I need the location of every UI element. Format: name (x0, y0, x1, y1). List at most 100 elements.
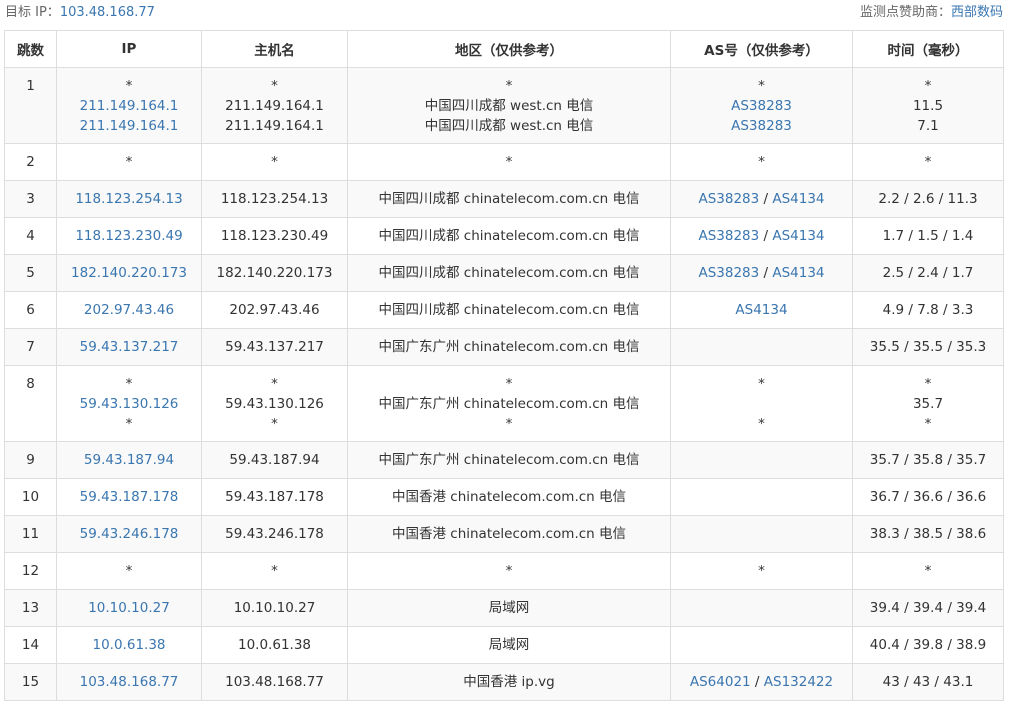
hostname-cell: * (201, 143, 348, 181)
as-link[interactable]: AS38283 (698, 265, 759, 281)
column-header-as: AS号（仅供参考） (670, 30, 853, 68)
target-ip-link[interactable]: 103.48.168.77 (60, 5, 155, 20)
hostname-text: 10.10.10.27 (233, 600, 316, 616)
ip-timeout: * (125, 416, 133, 432)
as-link[interactable]: AS132422 (764, 674, 833, 690)
ip-link[interactable]: 118.123.230.49 (57, 226, 201, 246)
as-line: AS38283 (671, 116, 852, 136)
table-row: 11 59.43.246.178 59.43.246.178 中国香港 chinate… (4, 515, 1004, 553)
region-text: * (505, 376, 513, 392)
as-link[interactable]: AS64021 (690, 674, 751, 690)
table-row: 8 * 59.43.130.126 * * 59.43.130.126 * * 中国广东广州 c… (4, 365, 1004, 442)
ip-link[interactable]: 182.140.220.173 (57, 263, 201, 283)
as-line (671, 394, 852, 414)
ip-link[interactable]: 59.43.187.94 (57, 450, 201, 470)
hop-cell: 13 (4, 589, 57, 627)
ip-link[interactable]: 59.43.130.126 (57, 394, 201, 414)
ip-link[interactable]: 211.149.164.1 (57, 116, 201, 136)
hostname-text: 211.149.164.1 (225, 118, 324, 134)
ip-timeout: * (125, 78, 133, 94)
hop-cell: 6 (4, 291, 57, 329)
time-text: 43 / 43 / 43.1 (882, 674, 974, 690)
region-text: 中国香港 chinatelecom.com.cn 电信 (391, 526, 627, 542)
hostname-cell: * 59.43.130.126 * (201, 365, 348, 442)
hop-cell: 15 (4, 663, 57, 701)
hostname-text: 211.149.164.1 (225, 98, 324, 114)
sponsor-link[interactable]: 西部数码 (951, 5, 1003, 20)
top-info-bar: 目标 IP：103.48.168.77 监测点赞助商：西部数码 (0, 0, 1009, 28)
table-body: 1 * 211.149.164.1 211.149.164.1 * 211.149.164… (4, 67, 1004, 701)
time-text: * (924, 154, 932, 170)
ip-link[interactable]: 10.0.61.38 (57, 635, 201, 655)
as-cell: * (670, 552, 853, 590)
as-link[interactable]: AS38283 (731, 118, 792, 134)
target-ip-label: 目标 IP： (5, 5, 60, 20)
as-line: * (671, 561, 852, 581)
ip-cell: * 211.149.164.1 211.149.164.1 (56, 67, 202, 144)
hop-number: 3 (26, 191, 35, 207)
column-header-hostname: 主机名 (201, 30, 348, 68)
hostname-text: 182.140.220.173 (216, 265, 333, 281)
ip-link[interactable]: 211.149.164.1 (57, 96, 201, 116)
ip-link[interactable]: 59.43.187.178 (57, 487, 201, 507)
region-text: 中国广东广州 chinatelecom.com.cn 电信 (378, 396, 640, 412)
hostname-cell: 202.97.43.46 (201, 291, 348, 329)
hop-number: 13 (21, 600, 40, 616)
time-text: 2.5 / 2.4 / 1.7 (882, 265, 974, 281)
as-link[interactable]: AS38283 (698, 228, 759, 244)
ip-timeout: * (125, 563, 133, 579)
hostname-text: 59.43.187.178 (225, 489, 324, 505)
time-cell: * (852, 552, 1004, 590)
as-link[interactable]: AS4134 (772, 265, 824, 281)
hop-cell: 7 (4, 328, 57, 366)
as-link[interactable]: AS38283 (731, 98, 792, 114)
region-cell: 中国广东广州 chinatelecom.com.cn 电信 (347, 441, 671, 479)
ip-link[interactable]: 10.10.10.27 (57, 598, 201, 618)
as-line (671, 524, 852, 544)
ip-link[interactable]: 118.123.254.13 (57, 189, 201, 209)
region-text: 中国四川成都 chinatelecom.com.cn 电信 (378, 191, 640, 207)
region-text: 中国广东广州 chinatelecom.com.cn 电信 (378, 339, 640, 355)
as-line: * (671, 76, 852, 96)
as-link[interactable]: AS4134 (735, 302, 787, 318)
hostname-cell: 118.123.230.49 (201, 217, 348, 255)
as-cell (670, 626, 853, 664)
ip-cell: 10.10.10.27 (56, 589, 202, 627)
ip-timeout: * (125, 376, 133, 392)
as-line: AS38283 (671, 96, 852, 116)
hostname-cell: 59.43.137.217 (201, 328, 348, 366)
time-cell: 36.7 / 36.6 / 36.6 (852, 478, 1004, 516)
ip-link[interactable]: 59.43.246.178 (57, 524, 201, 544)
hop-cell: 2 (4, 143, 57, 181)
time-text: 7.1 (917, 118, 939, 134)
as-link[interactable]: AS4134 (772, 191, 824, 207)
hostname-text: 10.0.61.38 (238, 637, 311, 653)
as-link[interactable]: AS4134 (772, 228, 824, 244)
hostname-text: 103.48.168.77 (225, 674, 324, 690)
time-text: 2.2 / 2.6 / 11.3 (878, 191, 978, 207)
table-row: 4 118.123.230.49 118.123.230.49 中国四川成都 chin… (4, 217, 1004, 255)
hop-number: 6 (26, 302, 35, 318)
table-row: 2 * * * * * (4, 143, 1004, 181)
ip-link[interactable]: 103.48.168.77 (57, 672, 201, 692)
region-cell: 中国四川成都 chinatelecom.com.cn 电信 (347, 291, 671, 329)
hostname-text: * (271, 416, 278, 432)
table-row: 5 182.140.220.173 182.140.220.173 中国四川成都 ch… (4, 254, 1004, 292)
time-text: 40.4 / 39.8 / 38.9 (869, 637, 987, 653)
as-line: AS4134 (671, 300, 852, 320)
hop-cell: 5 (4, 254, 57, 292)
as-cell (670, 441, 853, 479)
hop-cell: 14 (4, 626, 57, 664)
ip-cell: 59.43.137.217 (56, 328, 202, 366)
ip-cell: 118.123.230.49 (56, 217, 202, 255)
region-text: 中国香港 chinatelecom.com.cn 电信 (391, 489, 627, 505)
region-cell: 中国四川成都 chinatelecom.com.cn 电信 (347, 180, 671, 218)
ip-link[interactable]: 59.43.137.217 (57, 337, 201, 357)
time-cell: 35.7 / 35.8 / 35.7 (852, 441, 1004, 479)
region-cell: 中国香港 ip.vg (347, 663, 671, 701)
hostname-text: 202.97.43.46 (229, 302, 320, 318)
ip-link[interactable]: 202.97.43.46 (57, 300, 201, 320)
time-text: 35.7 / 35.8 / 35.7 (869, 452, 987, 468)
as-link[interactable]: AS38283 (698, 191, 759, 207)
hop-number: 2 (26, 154, 35, 170)
